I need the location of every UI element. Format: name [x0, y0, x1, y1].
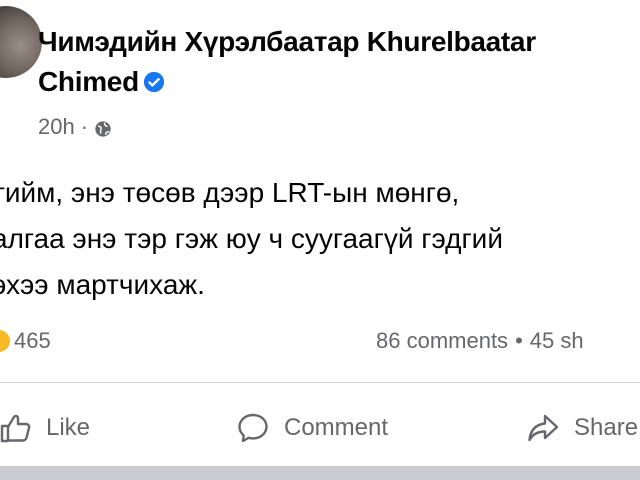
verified-badge-icon	[143, 64, 165, 93]
shares-count-link[interactable]: 45 sh	[530, 328, 584, 353]
like-button[interactable]: Like	[0, 408, 90, 448]
thumbs-up-icon	[0, 414, 31, 443]
post-text-line: тийм, энэ төсөв дээр LRT-ын мөнгө,	[0, 177, 460, 208]
comment-bubble-icon	[238, 413, 268, 443]
reaction-count[interactable]: 465	[14, 328, 51, 354]
post-timestamp[interactable]: 20h	[38, 114, 75, 140]
share-arrow-icon	[528, 414, 559, 442]
comment-label: Comment	[284, 414, 389, 441]
like-label: Like	[46, 414, 91, 441]
stats-separator: •	[515, 328, 523, 353]
actions-divider	[0, 382, 640, 383]
comments-count-link[interactable]: 86 comments	[376, 328, 508, 353]
feed-separator	[0, 466, 640, 480]
author-name[interactable]: Чимэдийн Хүрэлбаатар Khurelbaatar Chimed	[38, 26, 536, 97]
post-text-line: алгаа энэ тэр гэж юу ч суугаагүй гэдгий	[0, 223, 503, 254]
post-text: тийм, энэ төсөв дээр LRT-ын мөнгө, алгаа …	[0, 170, 640, 308]
reaction-icon[interactable]	[0, 330, 10, 352]
post-meta: 20h ·	[38, 114, 112, 140]
engagement-stats: 86 comments • 45 sh	[376, 328, 584, 354]
share-button[interactable]: Share	[526, 408, 638, 448]
meta-separator: ·	[80, 114, 89, 139]
post-text-line: эхээ мартчихаж.	[0, 269, 205, 300]
comment-button[interactable]: Comment	[236, 408, 388, 448]
share-label: Share	[574, 414, 639, 441]
author-avatar[interactable]	[0, 6, 42, 78]
author-name-line: Чимэдийн Хүрэлбаатар Khurelbaatar Chimed	[38, 22, 638, 102]
globe-icon[interactable]	[94, 118, 112, 137]
